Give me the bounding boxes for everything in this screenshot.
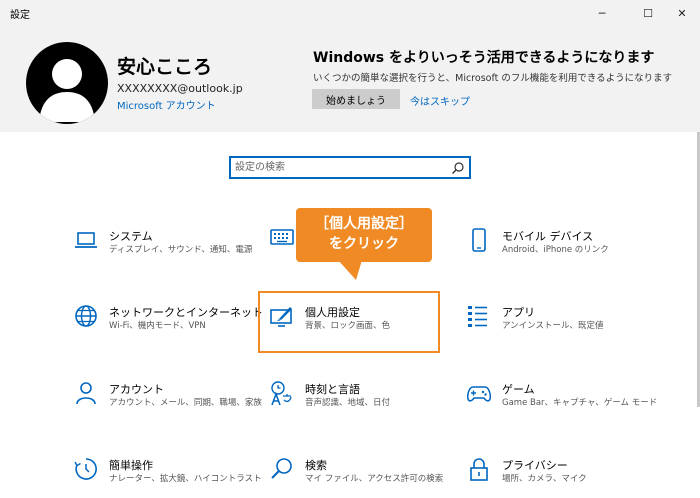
tile-network[interactable]: ネットワークとインターネット Wi-Fi、機内モード、VPN bbox=[74, 304, 274, 364]
tile-title: アプリ bbox=[502, 306, 535, 319]
avatar[interactable] bbox=[26, 42, 108, 124]
tile-description: ディスプレイ、サウンド、通知、電源 bbox=[109, 245, 253, 255]
tile-title: モバイル デバイス bbox=[502, 230, 594, 243]
tile-title: ネットワークとインターネット bbox=[109, 306, 263, 319]
apps-list-icon bbox=[468, 306, 487, 327]
tile-description: アカウント、メール、同期、職場、家族 bbox=[109, 398, 262, 408]
tile-gaming[interactable]: ゲーム Game Bar、キャプチャ、ゲーム モード bbox=[467, 381, 667, 441]
tile-description: ナレーター、拡大鏡、ハイコントラスト bbox=[109, 474, 262, 484]
tile-title: アカウント bbox=[109, 383, 164, 396]
user-avatar-icon bbox=[39, 59, 95, 122]
title-bar: 設定 ─ ☐ ✕ bbox=[0, 0, 700, 26]
tile-description: マイ ファイル、アクセス許可の検索 bbox=[305, 474, 444, 484]
promo-title: Windows をよりいっそう活用できるようになります bbox=[313, 50, 655, 66]
person-icon bbox=[76, 382, 96, 405]
user-name: 安心こころ bbox=[117, 56, 213, 78]
time-language-icon bbox=[271, 381, 292, 406]
tile-description: Wi-Fi、機内モード、VPN bbox=[109, 321, 206, 331]
search-box[interactable] bbox=[229, 156, 471, 179]
callout-pointer bbox=[338, 260, 362, 280]
search-icon[interactable] bbox=[451, 161, 465, 175]
tile-mobile-devices[interactable]: モバイル デバイス Android、iPhone のリンク bbox=[467, 228, 667, 288]
window-title: 設定 bbox=[10, 10, 30, 21]
callout-line-1: ［個人用設定］ bbox=[315, 216, 413, 232]
tile-title: プライバシー bbox=[502, 459, 568, 472]
skip-link[interactable]: 今はスキップ bbox=[410, 93, 470, 108]
user-email: XXXXXXXX@outlook.jp bbox=[117, 82, 243, 95]
phone-icon bbox=[472, 228, 486, 252]
promo-description: いくつかの簡単な選択を行うと、Microsoft のフル機能を利用できるようにな… bbox=[313, 73, 673, 84]
microsoft-account-link[interactable]: Microsoft アカウント bbox=[117, 97, 216, 112]
tile-title: 検索 bbox=[305, 459, 327, 472]
personalization-highlight bbox=[258, 291, 440, 353]
tile-apps[interactable]: アプリ アンインストール、既定値 bbox=[467, 304, 667, 364]
tile-ease-of-access[interactable]: 簡単操作 ナレーター、拡大鏡、ハイコントラスト bbox=[74, 457, 274, 498]
tile-title: 時刻と言語 bbox=[305, 383, 360, 396]
gamepad-icon bbox=[467, 386, 491, 402]
keyboard-icon bbox=[270, 229, 294, 245]
tile-description: Android、iPhone のリンク bbox=[502, 245, 609, 255]
ease-of-access-icon bbox=[74, 458, 97, 480]
tile-title: 簡単操作 bbox=[109, 459, 153, 472]
tile-search[interactable]: 検索 マイ ファイル、アクセス許可の検索 bbox=[270, 457, 470, 498]
account-header: 安心こころ XXXXXXXX@outlook.jp Microsoft アカウン… bbox=[0, 26, 700, 132]
lock-icon bbox=[470, 458, 488, 481]
minimize-button[interactable]: ─ bbox=[582, 0, 622, 26]
callout-line-2: をクリック bbox=[329, 236, 399, 252]
tile-privacy[interactable]: プライバシー 場所、カメラ、マイク bbox=[467, 457, 667, 498]
tile-title: ゲーム bbox=[502, 383, 535, 396]
globe-icon bbox=[75, 305, 97, 327]
tile-title: システム bbox=[109, 230, 153, 243]
tile-time-language[interactable]: 時刻と言語 音声認識、地域、日付 bbox=[270, 381, 470, 441]
tile-system[interactable]: システム ディスプレイ、サウンド、通知、電源 bbox=[74, 228, 274, 288]
tile-description: アンインストール、既定値 bbox=[502, 321, 604, 331]
search-icon bbox=[271, 458, 292, 479]
tile-description: Game Bar、キャプチャ、ゲーム モード bbox=[502, 398, 658, 408]
tile-description: 場所、カメラ、マイク bbox=[502, 474, 587, 484]
tile-description: 音声認識、地域、日付 bbox=[305, 398, 391, 408]
instruction-callout: ［個人用設定］ をクリック bbox=[296, 208, 432, 262]
laptop-icon bbox=[75, 232, 97, 248]
tile-accounts[interactable]: アカウント アカウント、メール、同期、職場、家族 bbox=[74, 381, 274, 441]
close-button[interactable]: ✕ bbox=[662, 0, 700, 26]
get-started-button[interactable]: 始めましょう bbox=[312, 89, 400, 109]
search-input[interactable] bbox=[235, 160, 435, 175]
